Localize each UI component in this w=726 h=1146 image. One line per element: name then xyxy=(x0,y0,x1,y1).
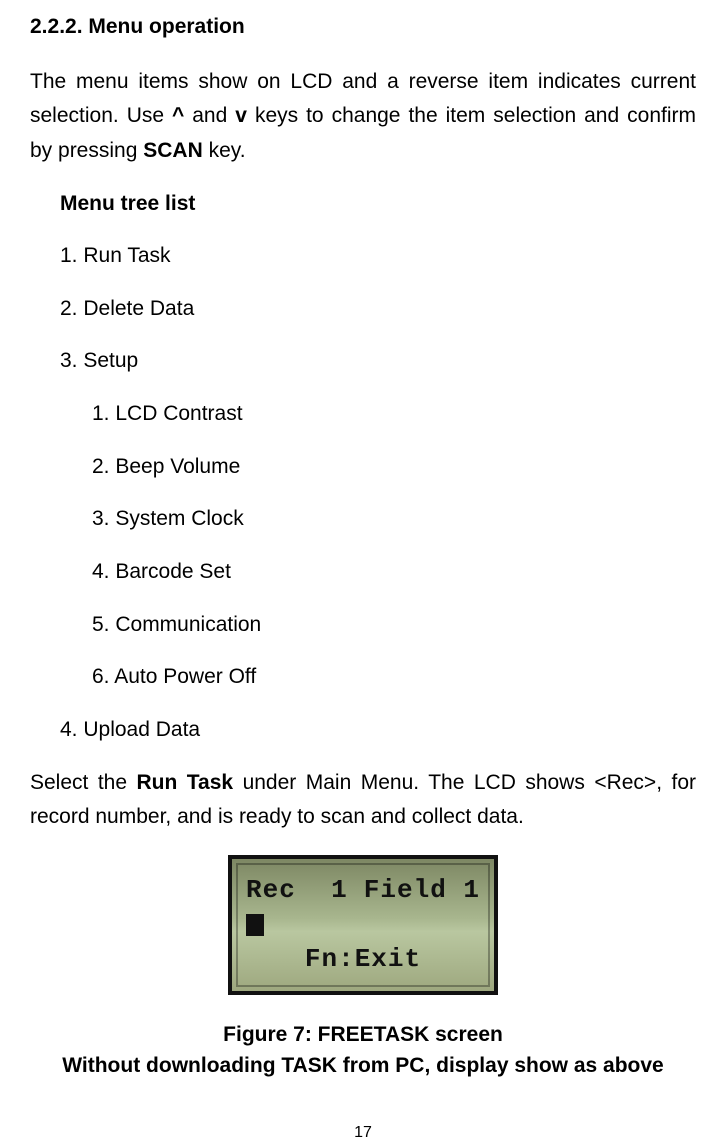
lcd-line-3: Fn:Exit xyxy=(246,938,480,981)
lcd-cursor-icon xyxy=(246,914,264,936)
lcd-field-label: Field 1 xyxy=(364,869,480,912)
figure-caption-line2: Without downloading TASK from PC, displa… xyxy=(30,1050,696,1082)
lcd-inner: Rec 1 Field 1 Fn:Exit xyxy=(246,869,480,981)
list-item: 4. Upload Data xyxy=(60,713,696,748)
caret-up-key: ^ xyxy=(172,104,184,127)
select-pre: Select the xyxy=(30,771,137,794)
lcd-record-number: 1 xyxy=(302,869,358,912)
list-item: 4. Barcode Set xyxy=(92,555,696,590)
intro-mid1: and xyxy=(184,104,235,127)
run-task-label: Run Task xyxy=(137,771,234,794)
menu-list: 1. Run Task 2. Delete Data 3. Setup 1. L… xyxy=(30,239,696,747)
list-item: 1. LCD Contrast xyxy=(92,397,696,432)
page-number: 17 xyxy=(30,1120,696,1146)
list-item: 3. Setup 1. LCD Contrast 2. Beep Volume … xyxy=(60,344,696,694)
list-item: 2. Delete Data xyxy=(60,292,696,327)
intro-paragraph: The menu items show on LCD and a reverse… xyxy=(30,65,696,169)
v-key: v xyxy=(235,104,247,127)
list-item: 2. Beep Volume xyxy=(92,450,696,485)
select-paragraph: Select the Run Task under Main Menu. The… xyxy=(30,766,696,835)
figure-caption-line1: Figure 7: FREETASK screen xyxy=(30,1019,696,1051)
list-item: 5. Communication xyxy=(92,608,696,643)
intro-post: key. xyxy=(203,139,246,162)
section-heading: 2.2.2. Menu operation xyxy=(30,10,696,45)
lcd-line-2 xyxy=(246,914,480,936)
lcd-line-1: Rec 1 Field 1 xyxy=(246,869,480,912)
lcd-rec-label: Rec xyxy=(246,869,296,912)
lcd-screenshot: Rec 1 Field 1 Fn:Exit xyxy=(228,855,498,995)
list-item: 1. Run Task xyxy=(60,239,696,274)
list-item: 6. Auto Power Off xyxy=(92,660,696,695)
list-item-label: 3. Setup xyxy=(60,349,138,372)
list-item: 3. System Clock xyxy=(92,502,696,537)
figure-container: Rec 1 Field 1 Fn:Exit xyxy=(30,855,696,1007)
scan-key: SCAN xyxy=(143,139,203,162)
submenu-list: 1. LCD Contrast 2. Beep Volume 3. System… xyxy=(60,397,696,695)
figure-caption: Figure 7: FREETASK screen Without downlo… xyxy=(30,1019,696,1082)
menu-tree-title: Menu tree list xyxy=(30,187,696,222)
